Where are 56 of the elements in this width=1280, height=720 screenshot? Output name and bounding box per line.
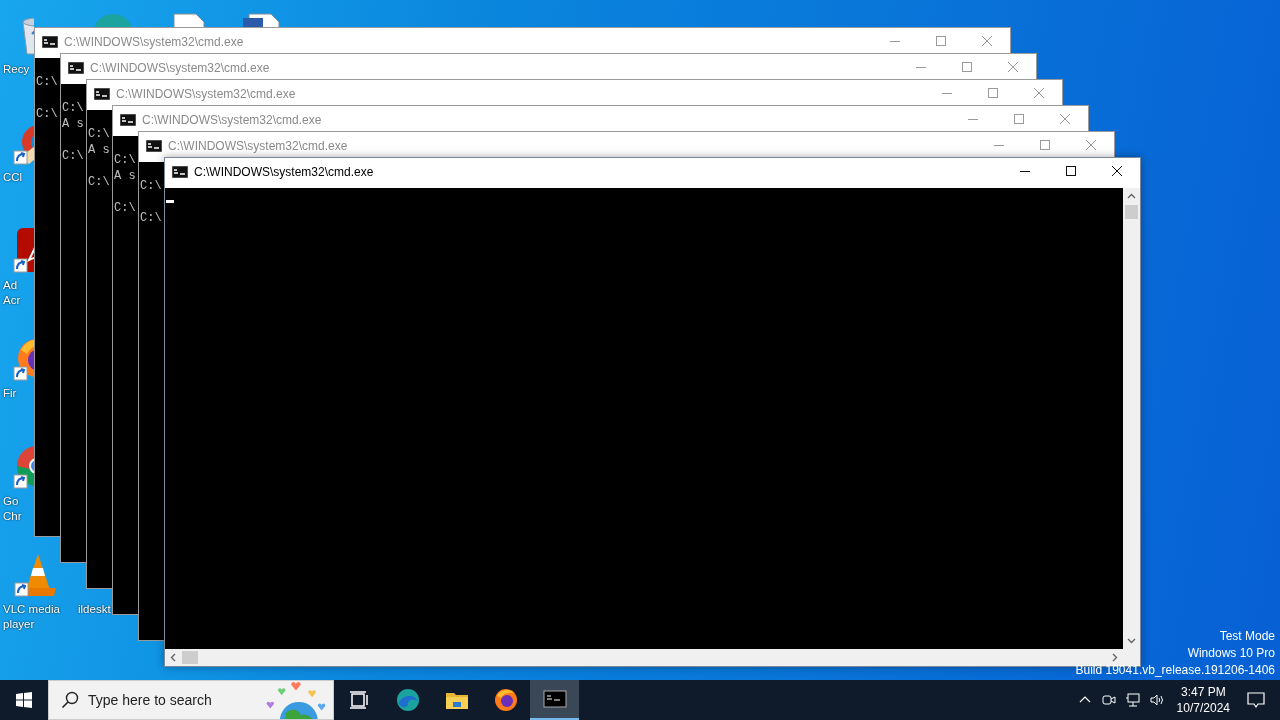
volume-icon[interactable]: [1148, 692, 1165, 708]
console-text: C:\: [88, 127, 110, 141]
windows-logo-icon: [16, 692, 32, 708]
icon-label: Ad Acr: [2, 278, 21, 308]
console-text: C:\: [36, 107, 58, 121]
terminal-icon: [42, 35, 58, 48]
window-title: C:\WINDOWS\system32\cmd.exe: [142, 112, 322, 127]
scrollbar-thumb[interactable]: [182, 651, 198, 664]
taskbar-app-button[interactable]: [530, 680, 579, 720]
horizontal-scrollbar[interactable]: [165, 649, 1140, 666]
terminal-icon: [120, 113, 136, 126]
window-title: C:\WINDOWS\system32\cmd.exe: [168, 138, 348, 153]
terminal-icon: [68, 61, 84, 74]
window-title: C:\WINDOWS\system32\cmd.exe: [90, 60, 270, 75]
console-text: C:\: [114, 153, 136, 167]
system-notice: Test Mode: [1219, 628, 1275, 645]
search-bar[interactable]: Type here to search: [48, 680, 334, 720]
firefox-icon: [493, 688, 518, 712]
icon-label: Recy: [2, 62, 30, 77]
search-field[interactable]: Type here to search: [88, 692, 259, 708]
icon-label: CCl: [2, 170, 23, 185]
window-title: C:\WINDOWS\system32\cmd.exe: [194, 164, 374, 179]
clock-date: 10/7/2024: [1176, 700, 1230, 716]
window-title: C:\WINDOWS\system32\cmd.exe: [64, 34, 244, 49]
search-icon: [61, 691, 79, 709]
console-text: C:\: [36, 75, 58, 89]
terminal-icon: [146, 139, 162, 152]
title-bar[interactable]: C:\WINDOWS\system32\cmd.exe: [165, 158, 1140, 183]
console-text: A s: [114, 169, 136, 183]
scrollbar-thumb[interactable]: [1125, 205, 1138, 219]
camera-icon[interactable]: [1100, 692, 1117, 708]
system-notice: Build 19041.vb_release.191206-1406: [1075, 662, 1275, 679]
pdf-app-icon[interactable]: [13, 226, 34, 274]
console-text: A s: [62, 117, 84, 131]
console-text: C:\: [62, 149, 84, 163]
edge-icon: [395, 688, 420, 712]
console-text: A s: [88, 143, 110, 157]
terminal-icon: [94, 87, 110, 100]
console-text: C:\: [140, 211, 162, 225]
icon-label: VLC media player: [2, 602, 60, 632]
icon-label: ildeskt: [77, 602, 111, 617]
icon-label: Fir: [2, 386, 17, 401]
console-text: C:\: [114, 201, 136, 215]
clock[interactable]: 3:47 PM 10/7/2024: [1176, 684, 1230, 716]
terminal-icon: [172, 165, 188, 178]
console-text: C:\: [140, 179, 162, 193]
network-icon[interactable]: [1124, 692, 1141, 708]
console-text: C:\: [62, 101, 84, 115]
vertical-scrollbar[interactable]: [1123, 188, 1140, 649]
console-text: C:\: [88, 175, 110, 189]
terminal-icon: [542, 687, 567, 711]
window-title: C:\WINDOWS\system32\cmd.exe: [116, 86, 296, 101]
icon-label: Go Chr: [2, 494, 22, 524]
system-notice: Windows 10 Pro: [1187, 645, 1275, 662]
notification-icon[interactable]: [1246, 690, 1266, 710]
clock-time: 3:47 PM: [1180, 684, 1226, 700]
